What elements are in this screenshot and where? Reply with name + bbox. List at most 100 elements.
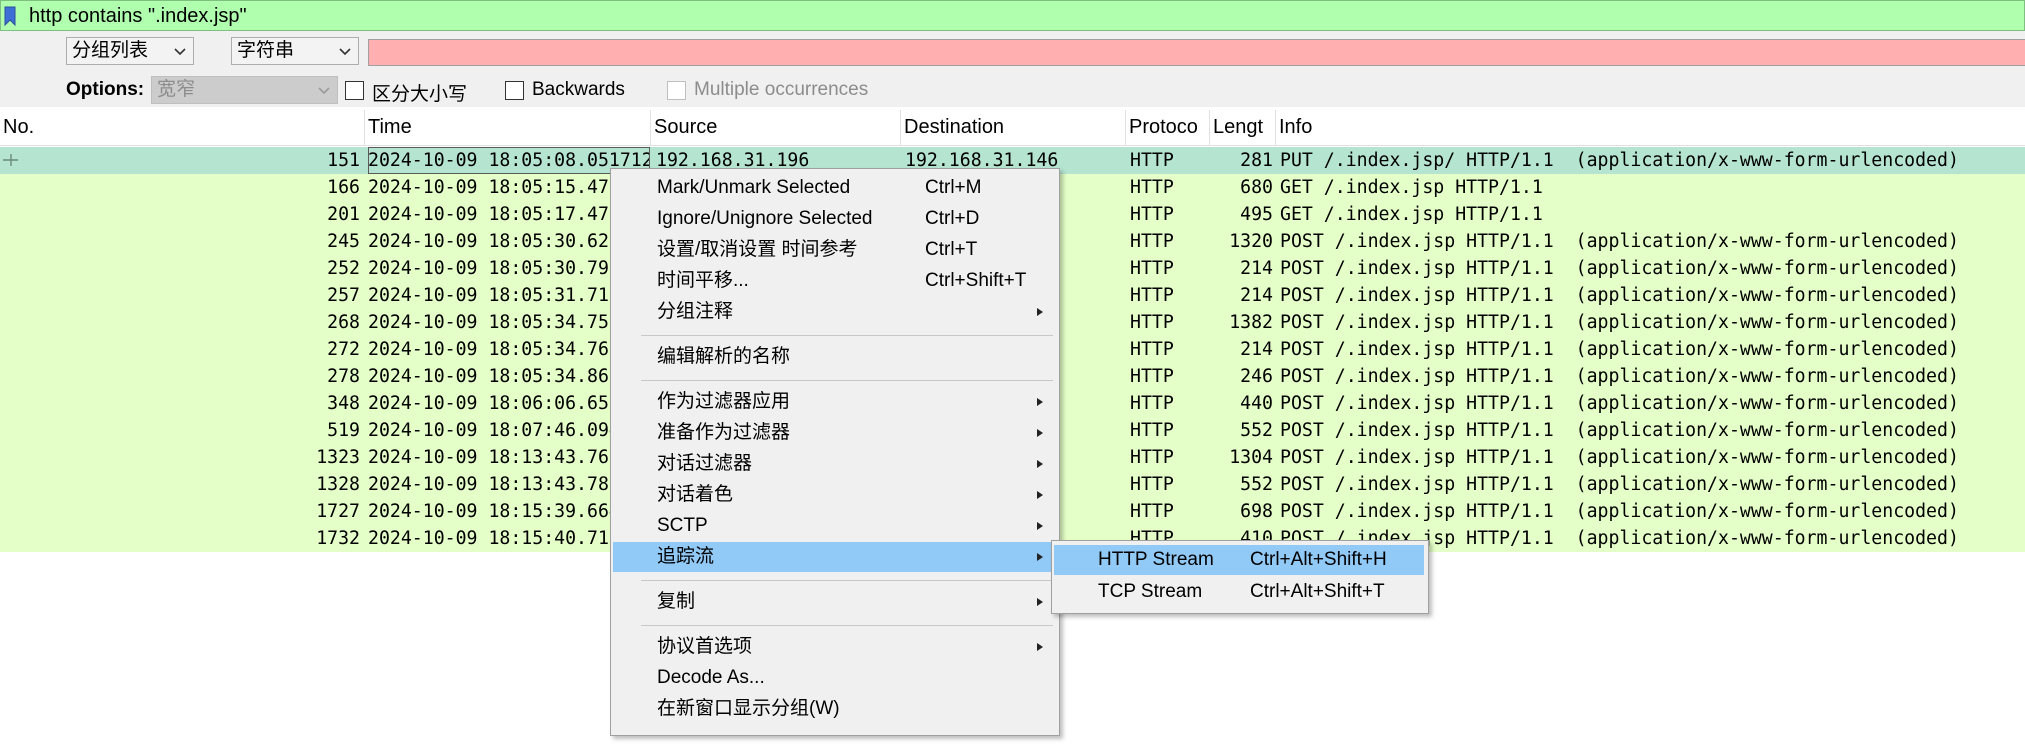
column-header-length[interactable]: Lengt (1210, 110, 1276, 145)
menu-item-label: 对话过滤器 (657, 453, 753, 474)
column-header-time[interactable]: Time (365, 110, 651, 145)
find-packet-toolbar: 分组列表 字符串 Options: 宽窄 区分大小写 Backwards Mul… (0, 31, 2025, 107)
cell-no: 348 (327, 393, 360, 414)
cell-info: POST /.index.jsp HTTP/1.1 (application/x… (1280, 339, 1959, 360)
options-label: Options: (66, 79, 145, 100)
menu-item-label: SCTP (657, 515, 708, 536)
menu-item-ignore-unignore[interactable]: Ignore/Unignore Selected Ctrl+D (613, 204, 1057, 234)
menu-item-time-shift[interactable]: 时间平移... Ctrl+Shift+T (613, 266, 1057, 296)
cell-no: 257 (327, 285, 360, 306)
cell-no: 1732 (316, 528, 360, 549)
menu-item-label: Mark/Unmark Selected (657, 177, 851, 198)
menu-item-label: 复制 (657, 591, 696, 612)
menu-item-time-reference[interactable]: 设置/取消设置 时间参考 Ctrl+T (613, 235, 1057, 265)
cell-time: 2024-10-09 18:06:06.655 (368, 393, 620, 414)
cell-length: 246 (1240, 366, 1273, 387)
cell-length: 1304 (1229, 447, 1273, 468)
cell-time: 2024-10-09 18:05:31.716 (368, 285, 620, 306)
submenu-arrow-icon (1037, 598, 1043, 606)
packet-context-menu: Mark/Unmark Selected Ctrl+M Ignore/Unign… (610, 168, 1060, 736)
cell-info: POST /.index.jsp HTTP/1.1 (application/x… (1280, 474, 1959, 495)
chevron-down-icon (339, 48, 351, 56)
follow-stream-submenu: HTTP Stream Ctrl+Alt+Shift+H TCP Stream … (1051, 540, 1429, 614)
cell-no: 268 (327, 312, 360, 333)
menu-item-show-in-new-window[interactable]: 在新窗口显示分组(W) (613, 694, 1057, 724)
submenu-arrow-icon (1037, 429, 1043, 437)
menu-item-label: 时间平移... (657, 270, 749, 291)
menu-item-mark-unmark[interactable]: Mark/Unmark Selected Ctrl+M (613, 173, 1057, 203)
cell-length: 495 (1240, 204, 1273, 225)
menu-item-label: 在新窗口显示分组(W) (657, 698, 840, 719)
cell-no: 201 (327, 204, 360, 225)
column-header-destination[interactable]: Destination (901, 110, 1126, 145)
cell-time: 2024-10-09 18:05:08.051712 (368, 147, 650, 174)
menu-item-tcp-stream[interactable]: TCP Stream Ctrl+Alt+Shift+T (1054, 577, 1424, 607)
cell-protocol: HTTP (1130, 285, 1174, 306)
menu-item-follow-stream[interactable]: 追踪流 (613, 542, 1057, 572)
menu-item-colorize-conversation[interactable]: 对话着色 (613, 480, 1057, 510)
cell-length: 1382 (1229, 312, 1273, 333)
search-type-select[interactable]: 字符串 (231, 37, 359, 65)
menu-item-label: 作为过滤器应用 (657, 391, 791, 412)
cell-time: 2024-10-09 18:13:43.783 (368, 474, 620, 495)
column-header-no[interactable]: No. (0, 110, 365, 145)
bookmark-icon[interactable] (4, 6, 16, 26)
cell-no: 166 (327, 177, 360, 198)
menu-item-label: Decode As... (657, 667, 765, 688)
column-header-info[interactable]: Info (1276, 110, 2025, 145)
menu-item-http-stream[interactable]: HTTP Stream Ctrl+Alt+Shift+H (1054, 545, 1424, 575)
cell-time: 2024-10-09 18:05:34.862 (368, 366, 620, 387)
cell-length: 281 (1240, 150, 1273, 171)
cell-protocol: HTTP (1130, 150, 1174, 171)
menu-item-edit-resolved-name[interactable]: 编辑解析的名称 (613, 342, 1057, 372)
case-sensitive-checkbox[interactable] (345, 81, 364, 100)
cell-protocol: HTTP (1130, 447, 1174, 468)
menu-item-shortcut: Ctrl+M (925, 177, 982, 198)
column-header-source[interactable]: Source (651, 110, 901, 145)
cell-protocol: HTTP (1130, 366, 1174, 387)
submenu-arrow-icon (1037, 460, 1043, 468)
menu-item-conversation-filter[interactable]: 对话过滤器 (613, 449, 1057, 479)
cell-time: 2024-10-09 18:15:40.719 (368, 528, 620, 549)
cell-length: 214 (1240, 285, 1273, 306)
menu-item-label: 设置/取消设置 时间参考 (657, 239, 858, 260)
submenu-arrow-icon (1037, 522, 1043, 530)
menu-item-copy[interactable]: 复制 (613, 587, 1057, 617)
cell-info: POST /.index.jsp HTTP/1.1 (application/x… (1280, 393, 1959, 414)
menu-item-sctp[interactable]: SCTP (613, 511, 1057, 541)
cell-no: 1727 (316, 501, 360, 522)
cell-time: 2024-10-09 18:05:17.478 (368, 204, 620, 225)
menu-item-protocol-preferences[interactable]: 协议首选项 (613, 632, 1057, 662)
display-filter-input[interactable]: http contains ".index.jsp" (29, 5, 247, 28)
cell-no: 272 (327, 339, 360, 360)
search-string-input[interactable] (368, 39, 2025, 66)
cell-info: POST /.index.jsp HTTP/1.1 (application/x… (1280, 366, 1959, 387)
submenu-arrow-icon (1037, 308, 1043, 316)
menu-item-decode-as[interactable]: Decode As... (613, 663, 1057, 693)
backwards-checkbox[interactable] (505, 81, 524, 100)
cell-info: POST /.index.jsp HTTP/1.1 (application/x… (1280, 285, 1959, 306)
column-header-protocol[interactable]: Protoco (1126, 110, 1210, 145)
cell-protocol: HTTP (1130, 501, 1174, 522)
menu-item-apply-as-filter[interactable]: 作为过滤器应用 (613, 387, 1057, 417)
cell-length: 1320 (1229, 231, 1273, 252)
cell-length: 214 (1240, 258, 1273, 279)
menu-item-packet-comment[interactable]: 分组注释 (613, 297, 1057, 327)
packet-list-header: No. Time Source Destination Protoco Leng… (0, 110, 2025, 146)
menu-item-label: TCP Stream (1098, 581, 1203, 602)
search-scope-select[interactable]: 分组列表 (66, 37, 194, 65)
search-scope-value: 分组列表 (72, 40, 149, 61)
charset-select[interactable]: 宽窄 (151, 76, 338, 104)
cell-info: POST /.index.jsp HTTP/1.1 (application/x… (1280, 501, 1959, 522)
cell-time: 2024-10-09 18:05:34.765 (368, 339, 620, 360)
cell-time: 2024-10-09 18:15:39.664 (368, 501, 620, 522)
search-type-value: 字符串 (237, 40, 295, 61)
display-filter-bar[interactable]: http contains ".index.jsp" (0, 0, 2025, 31)
cell-info: POST /.index.jsp HTTP/1.1 (application/x… (1280, 231, 1959, 252)
multiple-occurrences-checkbox[interactable] (667, 81, 686, 100)
menu-separator (641, 580, 1053, 581)
menu-item-shortcut: Ctrl+T (925, 239, 978, 260)
menu-item-prepare-as-filter[interactable]: 准备作为过滤器 (613, 418, 1057, 448)
case-sensitive-label: 区分大小写 (372, 84, 468, 105)
cell-length: 552 (1240, 420, 1273, 441)
